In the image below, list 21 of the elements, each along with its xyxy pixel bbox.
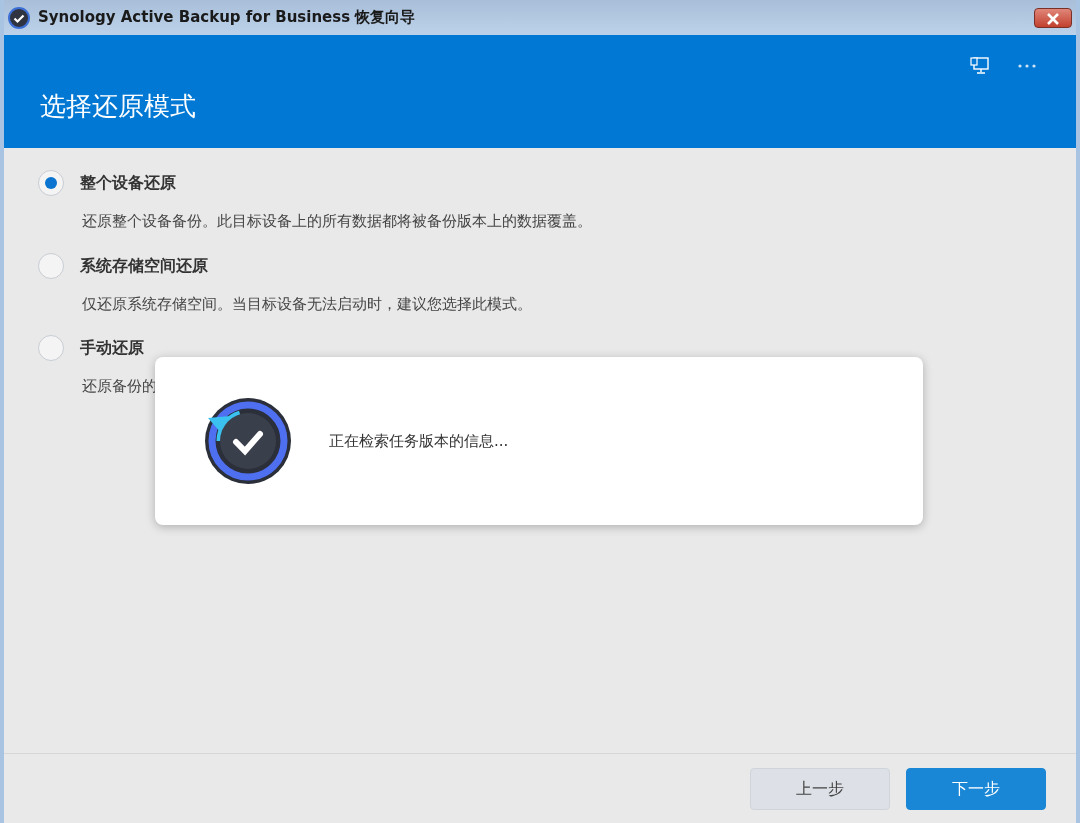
back-button[interactable]: 上一步 [750, 767, 890, 810]
close-icon [1046, 12, 1060, 25]
option-label: 手动还原 [80, 337, 144, 359]
radio-button[interactable] [38, 335, 64, 361]
radio-button[interactable] [38, 252, 64, 279]
more-button[interactable] [1018, 64, 1036, 68]
monitor-icon [970, 57, 990, 75]
loading-message: 正在检索任务版本的信息... [329, 430, 509, 452]
more-icon [1018, 64, 1036, 68]
page-title: 选择还原模式 [40, 90, 196, 123]
close-button[interactable] [1034, 7, 1072, 28]
option-description: 仅还原系统存储空间。当目标设备无法启动时，建议您选择此模式。 [82, 293, 533, 315]
option-label: 系统存储空间还原 [80, 254, 208, 277]
option-description: 还原整个设备备份。此目标设备上的所有数据都将被备份版本上的数据覆盖。 [82, 211, 593, 232]
radio-button[interactable] [38, 170, 64, 196]
monitor-button[interactable] [970, 57, 990, 75]
next-button[interactable]: 下一步 [906, 767, 1046, 810]
window-title: Synology Active Backup for Business 恢复向导 [38, 7, 416, 29]
option-label: 整个设备还原 [80, 172, 176, 194]
backup-logo-icon [203, 396, 293, 486]
app-logo-icon [8, 6, 30, 29]
